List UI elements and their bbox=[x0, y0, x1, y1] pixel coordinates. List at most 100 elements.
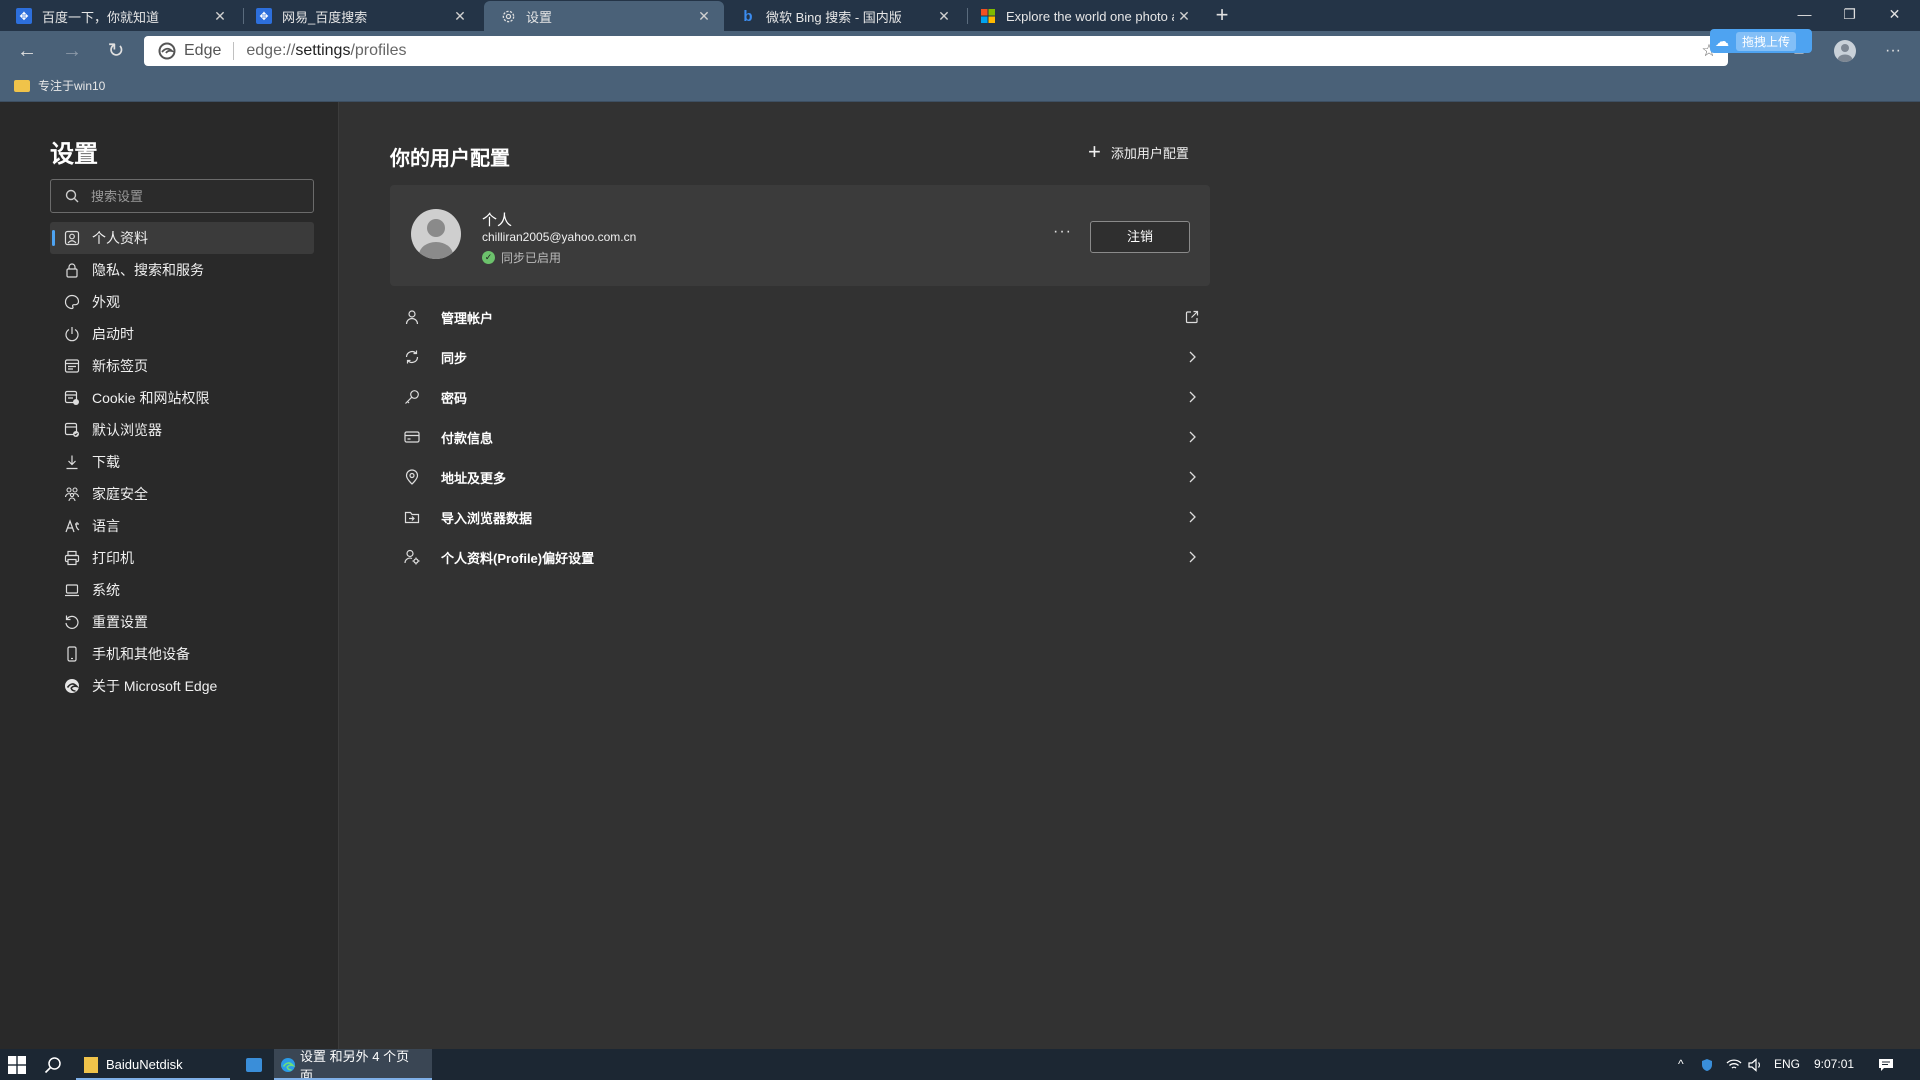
favorite-folder[interactable]: 专注于win10 bbox=[14, 77, 105, 94]
external-link-icon bbox=[1183, 308, 1201, 326]
row-passwords[interactable]: 密码 bbox=[390, 377, 1210, 417]
sidebar-item-label: 新标签页 bbox=[92, 358, 148, 374]
sidebar-item-about[interactable]: 关于 Microsoft Edge bbox=[50, 670, 314, 702]
sidebar-item-label: 家庭安全 bbox=[92, 486, 148, 502]
taskbar-app-photos[interactable] bbox=[240, 1049, 268, 1080]
sidebar-item-privacy[interactable]: 隐私、搜索和服务 bbox=[50, 254, 314, 286]
profile-avatar-button[interactable] bbox=[1834, 40, 1856, 62]
sidebar-item-system[interactable]: 系统 bbox=[50, 574, 314, 606]
sidebar-item-label: 系统 bbox=[92, 582, 120, 598]
notification-center-icon[interactable] bbox=[1878, 1049, 1894, 1080]
taskbar-search-icon[interactable] bbox=[44, 1056, 62, 1074]
volume-icon[interactable] bbox=[1748, 1049, 1764, 1080]
profile-settings-icon bbox=[403, 548, 421, 566]
upload-label: 拖拽上传 bbox=[1736, 31, 1797, 51]
back-button[interactable]: ← bbox=[12, 37, 42, 65]
tab-bing[interactable]: b 微软 Bing 搜索 - 国内版 ✕ bbox=[724, 1, 964, 31]
sidebar-item-label: 外观 bbox=[92, 294, 120, 310]
forward-button[interactable]: → bbox=[57, 37, 87, 65]
row-label: 付款信息 bbox=[441, 430, 494, 446]
baidunetdisk-icon bbox=[84, 1056, 98, 1073]
sidebar-item-profiles[interactable]: 个人资料 bbox=[50, 222, 314, 254]
sidebar-item-default-browser[interactable]: 默认浏览器 bbox=[50, 414, 314, 446]
close-icon[interactable]: ✕ bbox=[1174, 8, 1194, 25]
baidu-paw-icon: ✥ bbox=[256, 8, 272, 24]
sidebar-item-cookies[interactable]: Cookie 和网站权限 bbox=[50, 382, 314, 414]
sidebar-item-label: 个人资料 bbox=[92, 230, 148, 246]
row-manage-account[interactable]: 管理帐户 bbox=[390, 297, 1210, 337]
show-hidden-icons-button[interactable]: ^ bbox=[1678, 1049, 1684, 1080]
tab-bing-photo[interactable]: Explore the world one photo at a ✕ bbox=[964, 1, 1204, 31]
tab-netease-search[interactable]: ✥ 网易_百度搜索 ✕ bbox=[240, 1, 480, 31]
baidu-upload-widget[interactable]: ☁ 拖拽上传 bbox=[1710, 29, 1812, 53]
add-profile-button[interactable]: + 添加用户配置 bbox=[1088, 141, 1189, 163]
search-icon bbox=[65, 189, 79, 203]
address-bar[interactable]: Edge edge://settings/profiles ☆ bbox=[144, 36, 1728, 66]
sidebar-item-reset[interactable]: 重置设置 bbox=[50, 606, 314, 638]
close-icon[interactable]: ✕ bbox=[934, 8, 954, 25]
lock-icon bbox=[64, 262, 80, 278]
sidebar-item-label: 重置设置 bbox=[92, 614, 148, 630]
row-label: 个人资料(Profile)偏好设置 bbox=[441, 550, 595, 566]
taskbar-app-baidunetdisk[interactable]: BaiduNetdisk bbox=[76, 1049, 230, 1080]
location-icon bbox=[403, 468, 421, 486]
import-icon bbox=[403, 508, 421, 526]
row-label: 密码 bbox=[441, 390, 468, 406]
tab-baidu[interactable]: ✥ 百度一下，你就知道 ✕ bbox=[0, 1, 240, 31]
taskbar-app-label: BaiduNetdisk bbox=[106, 1057, 183, 1072]
row-import-data[interactable]: 导入浏览器数据 bbox=[390, 497, 1210, 537]
tab-settings[interactable]: 设置 ✕ bbox=[484, 1, 724, 31]
signout-button[interactable]: 注销 bbox=[1090, 221, 1190, 253]
cloud-icon: ☁ bbox=[1715, 32, 1729, 49]
taskbar-app-label: 设置 和另外 4 个页面... bbox=[300, 1048, 410, 1080]
sidebar-item-downloads[interactable]: 下载 bbox=[50, 446, 314, 478]
network-icon[interactable] bbox=[1726, 1049, 1742, 1080]
close-window-button[interactable]: ✕ bbox=[1872, 0, 1917, 31]
tab-strip: ✥ 百度一下，你就知道 ✕ ✥ 网易_百度搜索 ✕ 设置 ✕ b 微软 Bing… bbox=[0, 0, 1920, 31]
refresh-button[interactable]: ↻ bbox=[101, 37, 131, 65]
new-tab-button[interactable]: + bbox=[1209, 3, 1235, 29]
close-icon[interactable]: ✕ bbox=[694, 8, 714, 25]
sidebar-item-label: 默认浏览器 bbox=[92, 422, 162, 438]
row-payment[interactable]: 付款信息 bbox=[390, 417, 1210, 457]
photos-icon bbox=[246, 1057, 262, 1072]
microsoft-icon bbox=[980, 8, 996, 24]
search-settings-box[interactable] bbox=[50, 179, 314, 213]
tab-title: 百度一下，你就知道 bbox=[42, 9, 160, 25]
sidebar-item-phone[interactable]: 手机和其他设备 bbox=[50, 638, 314, 670]
sidebar-item-languages[interactable]: 语言 bbox=[50, 510, 314, 542]
close-icon[interactable]: ✕ bbox=[450, 8, 470, 25]
row-sync[interactable]: 同步 bbox=[390, 337, 1210, 377]
tray-defender-icon[interactable] bbox=[1700, 1049, 1714, 1080]
row-profile-preferences[interactable]: 个人资料(Profile)偏好设置 bbox=[390, 537, 1210, 577]
card-icon bbox=[403, 428, 421, 446]
restore-button[interactable]: ❐ bbox=[1827, 0, 1872, 31]
taskbar-app-edge[interactable]: 设置 和另外 4 个页面... bbox=[274, 1049, 432, 1080]
clock[interactable]: 9:07:01 bbox=[1814, 1049, 1854, 1080]
printer-icon bbox=[64, 550, 80, 566]
windows-start-icon[interactable] bbox=[8, 1056, 26, 1074]
chevron-right-icon bbox=[1183, 508, 1201, 526]
search-input[interactable] bbox=[91, 188, 291, 204]
sidebar-item-label: 隐私、搜索和服务 bbox=[92, 262, 204, 278]
close-icon[interactable]: ✕ bbox=[210, 8, 230, 25]
windows-taskbar: BaiduNetdisk 设置 和另外 4 个页面... ^ ENG 9:07:… bbox=[0, 1049, 1920, 1080]
chevron-right-icon bbox=[1183, 388, 1201, 406]
more-options-button[interactable]: ··· bbox=[1053, 223, 1072, 241]
phone-icon bbox=[64, 646, 80, 662]
sync-status-label: 同步已启用 bbox=[501, 251, 562, 265]
more-menu-icon[interactable]: ··· bbox=[1880, 39, 1906, 65]
sidebar-item-newtab[interactable]: 新标签页 bbox=[50, 350, 314, 382]
sidebar-item-printers[interactable]: 打印机 bbox=[50, 542, 314, 574]
row-addresses[interactable]: 地址及更多 bbox=[390, 457, 1210, 497]
sidebar-item-family[interactable]: 家庭安全 bbox=[50, 478, 314, 510]
sidebar-item-startup[interactable]: 启动时 bbox=[50, 318, 314, 350]
sync-icon bbox=[403, 348, 421, 366]
minimize-button[interactable]: — bbox=[1782, 0, 1827, 31]
sidebar-item-appearance[interactable]: 外观 bbox=[50, 286, 314, 318]
power-icon bbox=[64, 326, 80, 342]
input-language[interactable]: ENG bbox=[1774, 1049, 1800, 1080]
chevron-right-icon bbox=[1183, 428, 1201, 446]
person-icon bbox=[403, 308, 421, 326]
url-text[interactable]: edge://settings/profiles bbox=[246, 42, 1696, 60]
